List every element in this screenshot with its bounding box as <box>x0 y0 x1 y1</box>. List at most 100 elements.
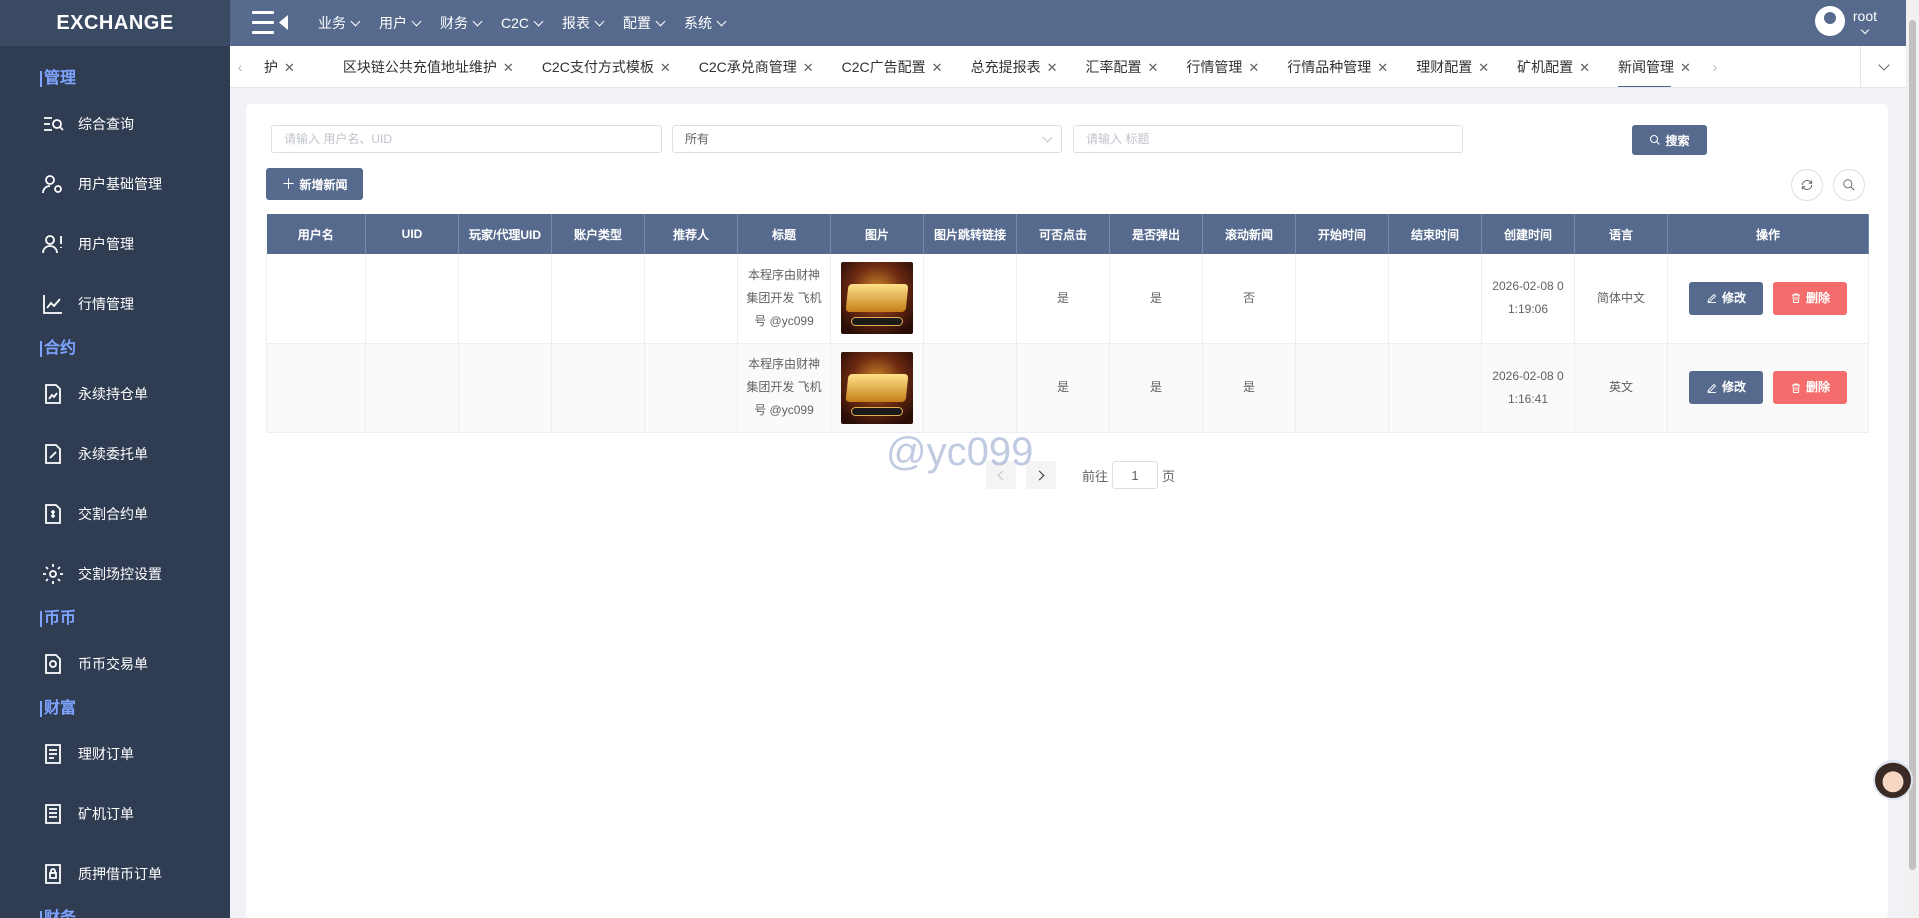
table-row: 本程序由财神集团开发 飞机号 @yc099 是 是 是 2026-02-08 0… <box>266 343 1869 433</box>
edit-button[interactable]: 修改 <box>1689 281 1763 315</box>
edit-button[interactable]: 修改 <box>1689 371 1763 404</box>
user-menu[interactable]: root <box>1814 6 1877 36</box>
close-icon[interactable]: ✕ <box>1478 60 1489 75</box>
chevron-down-icon <box>411 16 422 26</box>
tab-item[interactable]: 总充提报表 ✕ <box>957 46 1072 87</box>
scrollbar-thumb[interactable] <box>1909 20 1916 870</box>
sidebar-item-label: 行情管理 <box>78 296 134 312</box>
tab-item[interactable]: C2C支付方式模板 ✕ <box>528 46 685 87</box>
created-time: 2026-02-08 01:19:06 <box>1492 279 1564 317</box>
top-menu-c2c[interactable]: C2C <box>501 13 544 33</box>
tab-dropdown[interactable] <box>1860 46 1906 87</box>
sidebar-item-perp-orders[interactable]: 永续委托单 <box>0 424 230 484</box>
sidebar-item-miner-orders[interactable]: 矿机订单 <box>0 784 230 844</box>
sidebar-item-delivery-control[interactable]: 交割场控设置 <box>0 544 230 604</box>
user-search-input[interactable] <box>271 125 662 153</box>
sidebar-item-finance-orders[interactable]: 理财订单 <box>0 724 230 784</box>
tab-item[interactable]: 行情管理 ✕ <box>1172 46 1273 87</box>
news-table: 用户名 UID 玩家/代理UID 账户类型 推荐人 标题 图片 图片跳转链接 可… <box>266 214 1869 433</box>
chevron-down-icon <box>594 16 605 26</box>
top-menu-user[interactable]: 用户 <box>379 13 422 33</box>
close-icon[interactable]: ✕ <box>284 60 295 75</box>
tab-item-active[interactable]: 新闻管理 ✕ <box>1604 46 1705 87</box>
tab-scroll-left-icon[interactable]: ‹ <box>230 59 250 75</box>
document-pen-icon <box>40 441 66 467</box>
column-header: 滚动新闻 <box>1202 214 1296 254</box>
avatar <box>1814 6 1845 36</box>
close-icon[interactable]: ✕ <box>1147 60 1158 75</box>
tab-item[interactable]: 汇率配置 ✕ <box>1071 46 1172 87</box>
close-icon[interactable]: ✕ <box>803 60 814 75</box>
assistant-avatar[interactable] <box>1873 760 1913 800</box>
top-menu-report[interactable]: 报表 <box>562 13 605 33</box>
close-icon[interactable]: ✕ <box>1047 60 1058 75</box>
search-bar: 所有 搜索 <box>246 125 1888 155</box>
cell-username <box>266 343 366 433</box>
next-page-button[interactable] <box>1026 461 1056 489</box>
sidebar-item-pledge-orders[interactable]: 质押借币订单 <box>0 844 230 904</box>
tab-label: 行情品种管理 <box>1287 58 1372 75</box>
column-header: 语言 <box>1574 214 1668 254</box>
sidebar-item-user-management[interactable]: 用户管理 <box>0 214 230 274</box>
menu-label: 用户 <box>379 15 407 31</box>
tab-item[interactable]: C2C承兑商管理 ✕ <box>685 46 828 87</box>
toggle-search-button[interactable] <box>1833 169 1865 201</box>
sidebar-item-perp-positions[interactable]: 永续持仓单 <box>0 364 230 424</box>
menu-label: 业务 <box>318 15 346 31</box>
close-icon[interactable]: ✕ <box>1377 60 1388 75</box>
sidebar-item-user-basic[interactable]: 用户基础管理 <box>0 154 230 214</box>
column-header: UID <box>365 214 459 254</box>
sidebar-item-spot-orders[interactable]: 币币交易单 <box>0 634 230 694</box>
add-news-button[interactable]: ＋ 新增新闻 <box>266 168 363 200</box>
sidebar-group-spot: 币币 <box>0 604 230 634</box>
top-menu: 业务 用户 财务 C2C 报表 配置 系统 <box>318 13 745 33</box>
cell-start-time <box>1295 343 1389 433</box>
prev-page-button[interactable] <box>986 461 1016 489</box>
search-button[interactable]: 搜索 <box>1632 125 1707 155</box>
tab-label: 区块链公共充值地址维护 <box>342 58 497 75</box>
tab-item[interactable]: 行情品种管理 ✕ <box>1273 46 1402 87</box>
tab-item[interactable]: 矿机配置 ✕ <box>1503 46 1604 87</box>
tab-scroll-right-icon[interactable]: › <box>1705 59 1725 75</box>
delete-button[interactable]: 删除 <box>1773 281 1847 315</box>
sidebar-item-label: 用户管理 <box>78 236 134 252</box>
sidebar-item-label: 用户基础管理 <box>78 176 162 192</box>
delete-button[interactable]: 删除 <box>1773 371 1847 404</box>
tab-item[interactable]: 理财配置 ✕ <box>1402 46 1503 87</box>
close-icon[interactable]: ✕ <box>1248 60 1259 75</box>
cell-popup: 是 <box>1109 254 1203 344</box>
top-menu-system[interactable]: 系统 <box>684 13 727 33</box>
top-menu-finance[interactable]: 财务 <box>440 13 483 33</box>
sidebar-item-overview[interactable]: 综合查询 <box>0 94 230 154</box>
tab-item[interactable]: 护 ✕ <box>250 46 309 87</box>
top-menu-config[interactable]: 配置 <box>623 13 666 33</box>
sidebar-item-delivery-orders[interactable]: 交割合约单 <box>0 484 230 544</box>
page-jump-input[interactable] <box>1112 461 1159 489</box>
news-image[interactable] <box>841 351 913 424</box>
top-menu-business[interactable]: 业务 <box>318 13 361 33</box>
tab-label: 矿机配置 <box>1517 58 1574 75</box>
tab-item[interactable]: 区块链公共充值地址维护 ✕ <box>329 46 528 87</box>
cell-image-link <box>923 343 1017 433</box>
column-header: 创建时间 <box>1481 214 1575 254</box>
news-image[interactable] <box>841 262 913 335</box>
refresh-button[interactable] <box>1791 169 1823 201</box>
tab-item[interactable]: C2C广告配置 ✕ <box>828 46 957 87</box>
document-chart-icon <box>40 381 66 407</box>
cell-title: 本程序由财神集团开发 飞机号 @yc099 <box>737 343 831 433</box>
close-icon[interactable]: ✕ <box>503 60 514 75</box>
created-time: 2026-02-08 01:16:41 <box>1492 368 1564 406</box>
chevron-down-icon <box>716 16 727 26</box>
close-icon[interactable]: ✕ <box>1680 60 1691 75</box>
menu-toggle-icon[interactable] <box>252 8 292 38</box>
close-icon[interactable]: ✕ <box>1579 60 1590 75</box>
chevron-down-icon <box>1877 59 1890 71</box>
title-search-input[interactable] <box>1073 125 1463 153</box>
close-icon[interactable]: ✕ <box>932 60 943 75</box>
cell-title: 本程序由财神集团开发 飞机号 @yc099 <box>737 254 831 344</box>
status-select[interactable]: 所有 <box>672 125 1062 153</box>
close-icon[interactable]: ✕ <box>660 60 671 75</box>
sidebar-item-market[interactable]: 行情管理 <box>0 274 230 334</box>
app-logo: EXCHANGE <box>0 0 230 46</box>
tab-label: C2C支付方式模板 <box>541 58 654 75</box>
